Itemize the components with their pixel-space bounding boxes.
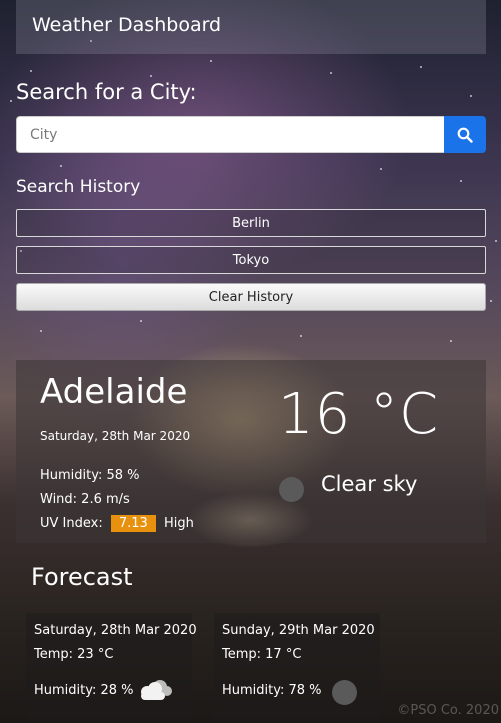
forecast-humidity: Humidity: 78 % [222, 683, 322, 698]
app-title: Weather Dashboard [32, 14, 222, 36]
moon-icon [332, 680, 357, 705]
clouds-icon [141, 680, 172, 700]
forecast-card: Sunday, 29th Mar 2020 Temp: 17 °C Humidi… [214, 613, 380, 723]
current-humidity: Humidity: 58 % [40, 468, 140, 483]
forecast-date: Saturday, 28th Mar 2020 [34, 623, 197, 638]
current-weather-card: Adelaide Saturday, 28th Mar 2020 16 °C H… [16, 360, 486, 543]
city-search-input[interactable] [16, 116, 444, 153]
forecast-temp: Temp: 23 °C [34, 647, 114, 662]
search-label: Search for a City: [16, 80, 197, 104]
forecast-date: Sunday, 29th Mar 2020 [222, 623, 375, 638]
weather-condition: Clear sky [321, 472, 418, 496]
current-temperature: 16 °C [278, 382, 440, 447]
uv-index-row: UV Index: 7.13 High [40, 515, 194, 532]
search-history-label: Search History [16, 177, 141, 197]
city-name: Adelaide [40, 372, 188, 412]
current-date: Saturday, 28th Mar 2020 [40, 429, 191, 443]
uv-index-badge: 7.13 [110, 515, 156, 532]
moon-icon [279, 477, 304, 502]
search-icon [457, 127, 473, 143]
forecast-card: Saturday, 28th Mar 2020 Temp: 23 °C Humi… [26, 613, 197, 723]
current-wind: Wind: 2.6 m/s [40, 492, 130, 507]
search-bar [16, 116, 486, 153]
app-header: Weather Dashboard [16, 0, 486, 54]
search-button[interactable] [444, 116, 486, 153]
clear-history-button[interactable]: Clear History [16, 283, 486, 311]
uv-index-level: High [163, 516, 194, 531]
history-item-berlin[interactable]: Berlin [16, 209, 486, 237]
forecast-title: Forecast [31, 563, 133, 591]
history-item-tokyo[interactable]: Tokyo [16, 246, 486, 274]
copyright-footer: ©PSO Co. 2020 [397, 703, 499, 718]
forecast-temp: Temp: 17 °C [222, 647, 302, 662]
forecast-humidity: Humidity: 28 % [34, 683, 134, 698]
uv-index-label: UV Index: [40, 516, 103, 531]
